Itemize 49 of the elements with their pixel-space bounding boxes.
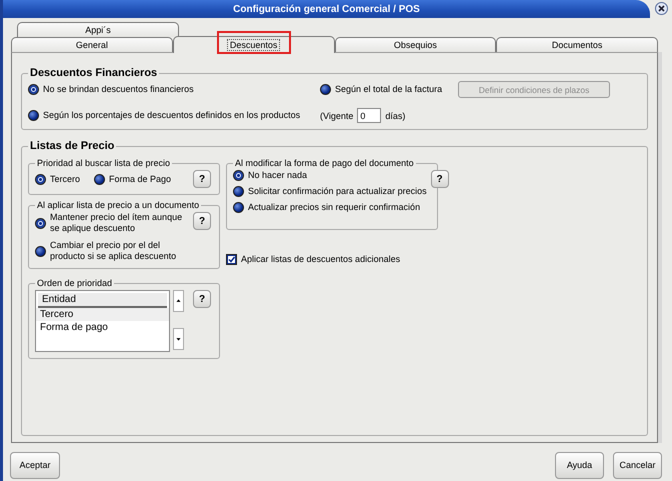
help-button[interactable]: ? [193,170,211,188]
tab[interactable]: Appi´s [17,22,179,37]
close-icon[interactable] [655,2,668,15]
group-title: Al modificar la forma de pago del documento [234,158,415,168]
radio-button[interactable] [320,84,331,95]
option-label: Tercero [50,174,80,184]
window-title: Configuración general Comercial / POS [233,4,420,14]
option-label: Según los porcentajes de descuentos definidos en los productos [43,110,300,121]
radio-button[interactable] [35,218,46,228]
option-label: No hacer nada [248,170,308,181]
help-button[interactable]: ? [193,212,211,230]
option-label: Según el total de la factura [335,84,442,95]
group-title: Listas de Precio [29,140,116,152]
dialog-button[interactable]: Ayuda [555,452,604,478]
dialog-button[interactable]: Aceptar [10,452,60,478]
radio-button[interactable] [233,170,244,181]
radio-button[interactable] [35,174,46,184]
radio-button[interactable] [233,186,244,197]
radio-button[interactable] [28,110,39,121]
dialog-button[interactable]: Cancelar [613,452,662,478]
group-title: Al aplicar lista de precio a un documento [36,200,200,210]
checkbox[interactable] [226,254,237,265]
list-item[interactable]: Forma de pago [36,321,169,334]
help-button[interactable]: ? [193,290,211,308]
group-title: Descuentos Financieros [29,67,158,79]
radio-button[interactable] [35,246,46,256]
checkbox-label: Aplicar listas de descuentos adicionales [241,254,400,265]
option-label: No se brindan descuentos financieros [43,84,194,95]
option-label: Actualizar precios sin requerir confirmación [248,202,420,213]
column-header: Entidad [38,293,167,308]
option-label: Forma de Pago [109,174,172,184]
option-label: Solicitar confirmación para actualizar precios [248,186,427,197]
tab[interactable]: Obsequios [334,37,496,52]
option-label: Mantener precio del ítem aunque se aplique descuento [50,212,184,234]
radio-button[interactable] [94,174,106,184]
help-button[interactable]: ? [430,170,449,188]
list-item[interactable]: Tercero [36,308,169,321]
option-label: Cambiar el precio por el del producto si se aplica descuento [50,240,178,262]
group-title: Orden de prioridad [36,278,114,288]
priority-list[interactable]: Entidad Tercero Forma de pago [35,290,170,352]
days-field[interactable]: 0 [357,108,382,123]
tab[interactable]: Documentos [496,37,658,52]
radio-button[interactable] [233,202,244,213]
radio-button[interactable] [28,84,39,95]
tab[interactable]: Descuentos [172,36,334,53]
validity-label: (Vigente [320,110,354,120]
tab[interactable]: General [11,37,173,52]
days-label: días) [385,110,406,120]
group-title: Prioridad al buscar lista de precio [36,158,172,168]
